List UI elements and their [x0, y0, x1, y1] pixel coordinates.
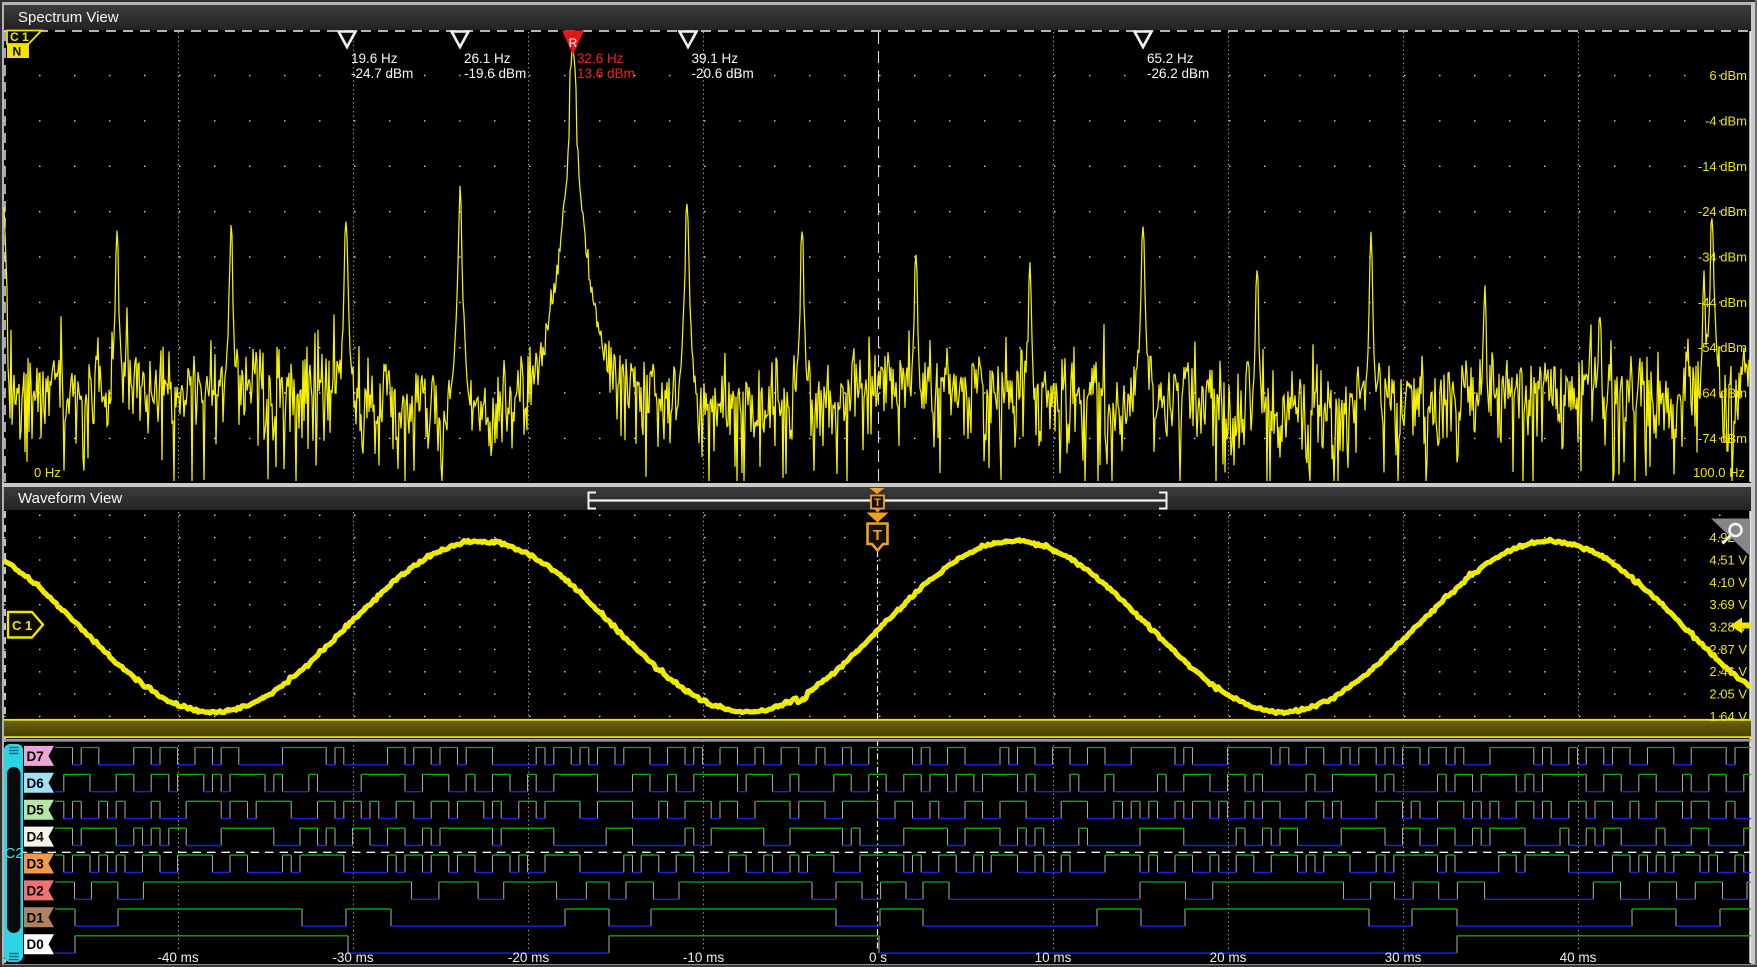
svg-text:D6: D6 [27, 776, 45, 791]
svg-text:-4 dBm: -4 dBm [1705, 113, 1747, 128]
svg-text:6 dBm: 6 dBm [1709, 68, 1747, 83]
svg-text:2.87 V: 2.87 V [1709, 642, 1747, 657]
svg-text:T: T [873, 527, 882, 544]
svg-text:-24.7 dBm: -24.7 dBm [351, 66, 413, 81]
svg-text:-20 ms: -20 ms [508, 950, 550, 965]
svg-text:-44 dBm: -44 dBm [1698, 295, 1747, 310]
svg-text:30 ms: 30 ms [1385, 950, 1422, 965]
svg-text:32.6 Hz: 32.6 Hz [577, 51, 624, 66]
svg-text:-14 dBm: -14 dBm [1698, 159, 1747, 174]
svg-text:R: R [569, 36, 578, 50]
svg-text:65.2 Hz: 65.2 Hz [1147, 51, 1194, 66]
svg-text:D3: D3 [27, 857, 45, 872]
svg-text:-24 dBm: -24 dBm [1698, 204, 1747, 219]
svg-text:26.1 Hz: 26.1 Hz [464, 51, 511, 66]
svg-text:-74 dBm: -74 dBm [1698, 431, 1747, 446]
svg-text:-19.6 dBm: -19.6 dBm [464, 66, 526, 81]
svg-text:10 ms: 10 ms [1035, 950, 1072, 965]
svg-text:-40 ms: -40 ms [157, 950, 199, 965]
svg-text:T: T [874, 497, 881, 509]
svg-text:40 ms: 40 ms [1560, 950, 1597, 965]
svg-text:-54 dBm: -54 dBm [1698, 340, 1747, 355]
svg-text:D0: D0 [27, 937, 44, 952]
svg-text:1.64 V: 1.64 V [1709, 709, 1747, 724]
svg-text:4.51 V: 4.51 V [1709, 553, 1747, 568]
svg-text:13.6 dBm: 13.6 dBm [577, 66, 635, 81]
svg-text:D1: D1 [27, 910, 45, 925]
svg-text:D7: D7 [27, 749, 44, 764]
svg-text:-20.6 dBm: -20.6 dBm [692, 66, 754, 81]
svg-text:39.1 Hz: 39.1 Hz [692, 51, 739, 66]
svg-text:0 s: 0 s [869, 950, 887, 965]
svg-text:2.05 V: 2.05 V [1709, 687, 1747, 702]
svg-text:-30 ms: -30 ms [332, 950, 374, 965]
svg-text:N: N [13, 45, 22, 59]
svg-text:0 Hz: 0 Hz [34, 465, 61, 480]
svg-text:4.10 V: 4.10 V [1709, 575, 1747, 590]
svg-text:D2: D2 [27, 883, 44, 898]
svg-text:D5: D5 [27, 803, 45, 818]
svg-text:19.6 Hz: 19.6 Hz [351, 51, 398, 66]
svg-text:C2: C2 [5, 845, 24, 862]
svg-text:20 ms: 20 ms [1210, 950, 1247, 965]
svg-text:100.0 Hz: 100.0 Hz [1693, 465, 1745, 480]
svg-text:C 1: C 1 [12, 618, 32, 633]
svg-text:-64 dBm: -64 dBm [1698, 386, 1747, 401]
svg-text:D4: D4 [27, 830, 45, 845]
svg-text:-34 dBm: -34 dBm [1698, 250, 1747, 265]
svg-text:-10 ms: -10 ms [683, 950, 725, 965]
svg-text:2.46 V: 2.46 V [1709, 664, 1747, 679]
svg-text:-26.2 dBm: -26.2 dBm [1147, 66, 1209, 81]
svg-text:3.69 V: 3.69 V [1709, 597, 1747, 612]
svg-text:C 1: C 1 [10, 30, 29, 44]
